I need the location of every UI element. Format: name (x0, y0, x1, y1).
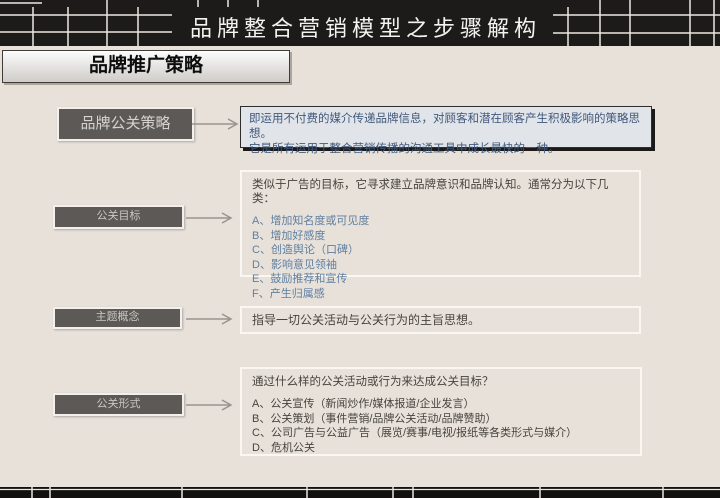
section-title-brand-promotion: 品牌推广策略 (2, 50, 290, 83)
chip-pr-forms: 公关形式 (53, 393, 184, 416)
page-title: 品牌整合营销模型之步骤解构 (190, 11, 560, 43)
header-bar: 品牌整合营销模型之步骤解构 (0, 0, 720, 46)
chip-pr-goals: 公关目标 (53, 205, 184, 229)
arrow-right-icon (186, 311, 238, 327)
chip-theme-concept: 主题概念 (53, 307, 182, 329)
list-item: A、公关宣传（新闻炒作/媒体报道/企业发言） (252, 397, 630, 412)
definition-line: 即运用不付费的媒介传递品牌信息，对顾客和潜在顾客产生积极影响的策略思想。 (249, 112, 643, 142)
list-item: A、增加知名度或可见度 (252, 214, 629, 229)
pr-forms-box: 通过什么样的公关活动或行为来达成公关目标？ A、公关宣传（新闻炒作/媒体报道/企… (240, 367, 642, 456)
list-item: D、影响意见领袖 (252, 258, 629, 273)
list-item: B、公关策划（事件营销/品牌公关活动/品牌赞助） (252, 412, 630, 427)
pr-forms-intro: 通过什么样的公关活动或行为来达成公关目标？ (252, 375, 630, 389)
pr-goals-intro: 类似于广告的目标，它寻求建立品牌意识和品牌认知。通常分为以下几类： (252, 178, 629, 206)
slide-canvas: 品牌整合营销模型之步骤解构 品牌推广策略 品牌公关策略 即运用不付费的媒介传递品… (0, 0, 720, 498)
definition-line: 它是所有运用于整合营销传播的沟通工具中成长最快的一种。 (249, 142, 643, 157)
arrow-right-icon (186, 397, 238, 413)
list-item: E、鼓励推荐和宣传 (252, 272, 629, 287)
grid-decoration-icon (0, 487, 720, 498)
definition-box: 即运用不付费的媒介传递品牌信息，对顾客和潜在顾客产生积极影响的策略思想。 它是所… (240, 106, 652, 148)
list-item: B、增加好感度 (252, 229, 629, 244)
arrow-right-icon (186, 210, 238, 226)
list-item: C、创造舆论（口碑） (252, 243, 629, 258)
pr-goals-box: 类似于广告的目标，它寻求建立品牌意识和品牌认知。通常分为以下几类： A、增加知名… (240, 170, 641, 277)
list-item: D、危机公关 (252, 441, 630, 456)
chip-brand-pr-strategy: 品牌公关策略 (57, 107, 194, 141)
footer-bar (0, 487, 720, 498)
arrow-right-icon (192, 116, 244, 132)
list-item: F、产生归属感 (252, 287, 629, 302)
theme-concept-box: 指导一切公关活动与公关行为的主旨思想。 (240, 306, 641, 334)
list-item: C、公司广告与公益广告（展览/赛事/电视/报纸等各类形式与媒介） (252, 426, 630, 441)
